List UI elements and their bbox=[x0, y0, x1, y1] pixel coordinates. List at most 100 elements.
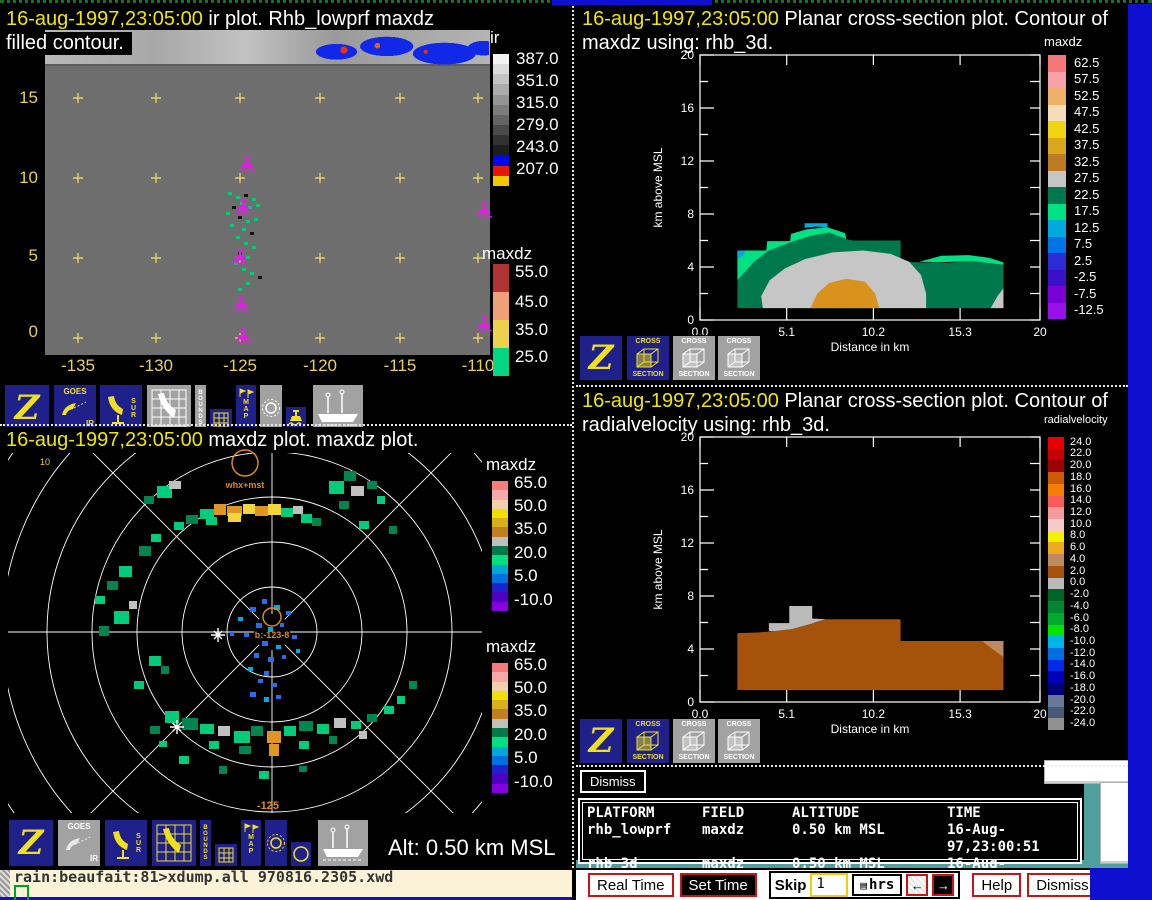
colorbar-tick-label: 27.5 bbox=[1074, 170, 1099, 185]
separator-vertical bbox=[572, 6, 574, 868]
real-time-button[interactable]: Real Time bbox=[588, 873, 674, 897]
surveillance-button[interactable]: S U R bbox=[104, 819, 148, 867]
cross-label: CROSS bbox=[727, 721, 752, 728]
cube-icon bbox=[681, 730, 707, 752]
sat-x-tick: -120 bbox=[298, 356, 342, 376]
ppi-maxdz-colorbar-2: maxdz65.050.035.020.05.0-10.0 bbox=[484, 637, 576, 802]
svg-text:whx+mst: whx+mst bbox=[225, 480, 265, 490]
xs1-title-line2: maxdz using: rhb_3d. bbox=[582, 32, 781, 55]
cross-section-button-2[interactable]: CROSS SECTION bbox=[672, 718, 716, 764]
cross-label: CROSS bbox=[727, 338, 752, 345]
ppi-corner-label: 10 bbox=[40, 457, 50, 467]
colorbar-tick-label: -22.0 bbox=[1070, 705, 1095, 717]
separator-right-1 bbox=[576, 385, 1128, 387]
hrs-button[interactable]: ▤hrs bbox=[852, 874, 902, 896]
goes-ir-button[interactable]: GOES IR bbox=[57, 819, 101, 867]
document-icon: ▤ bbox=[860, 879, 867, 892]
colorbar-tick-label: 17.5 bbox=[1074, 203, 1099, 218]
section-label: SECTION bbox=[632, 754, 663, 761]
svg-text:8: 8 bbox=[687, 207, 694, 221]
cross-section-button-3[interactable]: CROSS SECTION bbox=[717, 718, 761, 764]
sat-title-line2: filled contour. bbox=[6, 32, 132, 55]
step-back-button[interactable]: ← bbox=[906, 874, 928, 896]
colorbar-tick-label: 35.0 bbox=[514, 519, 547, 539]
sat-title-text: ir plot. Rhb_lowprf maxdz bbox=[203, 8, 434, 30]
bounds-button[interactable]: B O U N D S bbox=[199, 819, 212, 867]
cross-label: CROSS bbox=[682, 721, 707, 728]
section-label: SECTION bbox=[678, 371, 709, 378]
status-dismiss-button[interactable]: Dismiss bbox=[580, 770, 646, 793]
rosette-button[interactable] bbox=[264, 819, 288, 867]
map-button[interactable]: M A P bbox=[240, 819, 262, 867]
small-grid-button[interactable] bbox=[214, 843, 238, 867]
help-button[interactable]: Help bbox=[972, 873, 1021, 897]
svg-text:-125: -125 bbox=[257, 800, 279, 812]
svg-text:15.3: 15.3 bbox=[948, 325, 972, 339]
goes-label: GOES bbox=[63, 388, 86, 396]
terminal-window[interactable]: rain:beaufait:81>xdump.all 970816.2305.x… bbox=[0, 870, 572, 900]
svg-text:b:-123-8: b:-123-8 bbox=[255, 630, 290, 640]
colorbar-swatches bbox=[492, 663, 508, 793]
ir-label: IR bbox=[90, 855, 98, 863]
table-header-row: PLATFORM FIELD ALTITUDE TIME bbox=[587, 805, 1073, 822]
cross-section-button-active[interactable]: CROSS SECTION bbox=[626, 718, 670, 764]
ship-icon bbox=[321, 824, 365, 862]
set-time-button[interactable]: Set Time bbox=[680, 873, 757, 897]
svg-text:16: 16 bbox=[681, 483, 695, 497]
colorbar-tick-label: 20.0 bbox=[514, 725, 547, 745]
zebra-z-icon: Z bbox=[589, 724, 614, 758]
cross-section-button-active[interactable]: CROSS SECTION bbox=[626, 335, 670, 381]
zebra-logo-button[interactable]: Z bbox=[579, 718, 623, 764]
ship-button[interactable] bbox=[317, 819, 369, 867]
colorbar-title: radialvelocity bbox=[1044, 414, 1108, 426]
grid-radar-button[interactable] bbox=[151, 819, 197, 867]
sat-x-tick: -130 bbox=[134, 356, 178, 376]
separator-left bbox=[0, 424, 572, 426]
colorbar-tick-label: 5.0 bbox=[514, 748, 538, 768]
skip-value-input[interactable]: 1 bbox=[810, 873, 848, 897]
cross-section-maxdz-panel: 16-aug-1997,23:05:00 Planar cross-sectio… bbox=[576, 6, 1128, 388]
top-border-blue-segment bbox=[552, 0, 712, 5]
cube-icon bbox=[726, 347, 752, 369]
colorbar-tick-label: -2.5 bbox=[1074, 269, 1096, 284]
colorbar-swatches bbox=[492, 481, 508, 611]
cross-section-button-3[interactable]: CROSS SECTION bbox=[717, 335, 761, 381]
map-label: M A P bbox=[248, 834, 254, 855]
skip-group: Skip 1 ▤hrs ← → bbox=[769, 871, 961, 899]
ppi-title-text: maxdz plot. maxdz plot. bbox=[203, 429, 419, 451]
terminal-resize-hatch[interactable] bbox=[0, 870, 10, 897]
circle-button[interactable] bbox=[290, 841, 312, 867]
colorbar-title: maxdz bbox=[1044, 34, 1082, 49]
map-flags-icon bbox=[238, 387, 254, 399]
colorbar-tick-label: 55.0 bbox=[515, 262, 548, 282]
xs2-timestamp: 16-aug-1997,23:05:00 bbox=[582, 390, 779, 412]
svg-text:10.2: 10.2 bbox=[862, 707, 886, 721]
zebra-logo-button[interactable]: Z bbox=[579, 335, 623, 381]
separator-right-2 bbox=[576, 765, 1128, 767]
zebra-z-icon: Z bbox=[15, 391, 40, 425]
zebra-logo-button[interactable]: Z bbox=[8, 819, 54, 867]
cross-section-button-2[interactable]: CROSS SECTION bbox=[672, 335, 716, 381]
xs1-colorbar: maxdz62.557.552.547.542.537.532.527.522.… bbox=[1044, 34, 1128, 334]
table-row: rhb_lowprf maxdz 0.50 km MSL 16-Aug-97,2… bbox=[587, 822, 1073, 856]
ir-colorbar: ir387.0351.0315.0279.0243.0207.0 bbox=[488, 28, 576, 198]
time-control-bar: Real Time Set Time Skip 1 ▤hrs ← → Help … bbox=[576, 868, 1090, 900]
svg-text:10.2: 10.2 bbox=[862, 325, 886, 339]
section-label: SECTION bbox=[678, 754, 709, 761]
grid-radar-icon bbox=[150, 388, 188, 428]
colorbar-tick-label: 279.0 bbox=[516, 115, 559, 135]
ppi-timestamp: 16-aug-1997,23:05:00 bbox=[6, 429, 203, 451]
sat-x-tick: -115 bbox=[378, 356, 422, 376]
radar-dish-icon bbox=[111, 826, 133, 860]
section-label: SECTION bbox=[632, 371, 663, 378]
colorbar-tick-label: 20.0 bbox=[514, 543, 547, 563]
step-forward-button[interactable]: → bbox=[932, 874, 954, 896]
control-dismiss-button[interactable]: Dismiss bbox=[1027, 873, 1098, 897]
colorbar-swatches bbox=[493, 54, 509, 186]
bounds-label: B O U N D S bbox=[203, 825, 208, 861]
section-label: SECTION bbox=[723, 371, 754, 378]
sat-y-tick: 0 bbox=[14, 322, 38, 342]
sat-y-tick: 5 bbox=[14, 246, 38, 266]
colorbar-tick-label: 37.5 bbox=[1074, 137, 1099, 152]
colorbar-tick-label: -12.0 bbox=[1070, 647, 1095, 659]
